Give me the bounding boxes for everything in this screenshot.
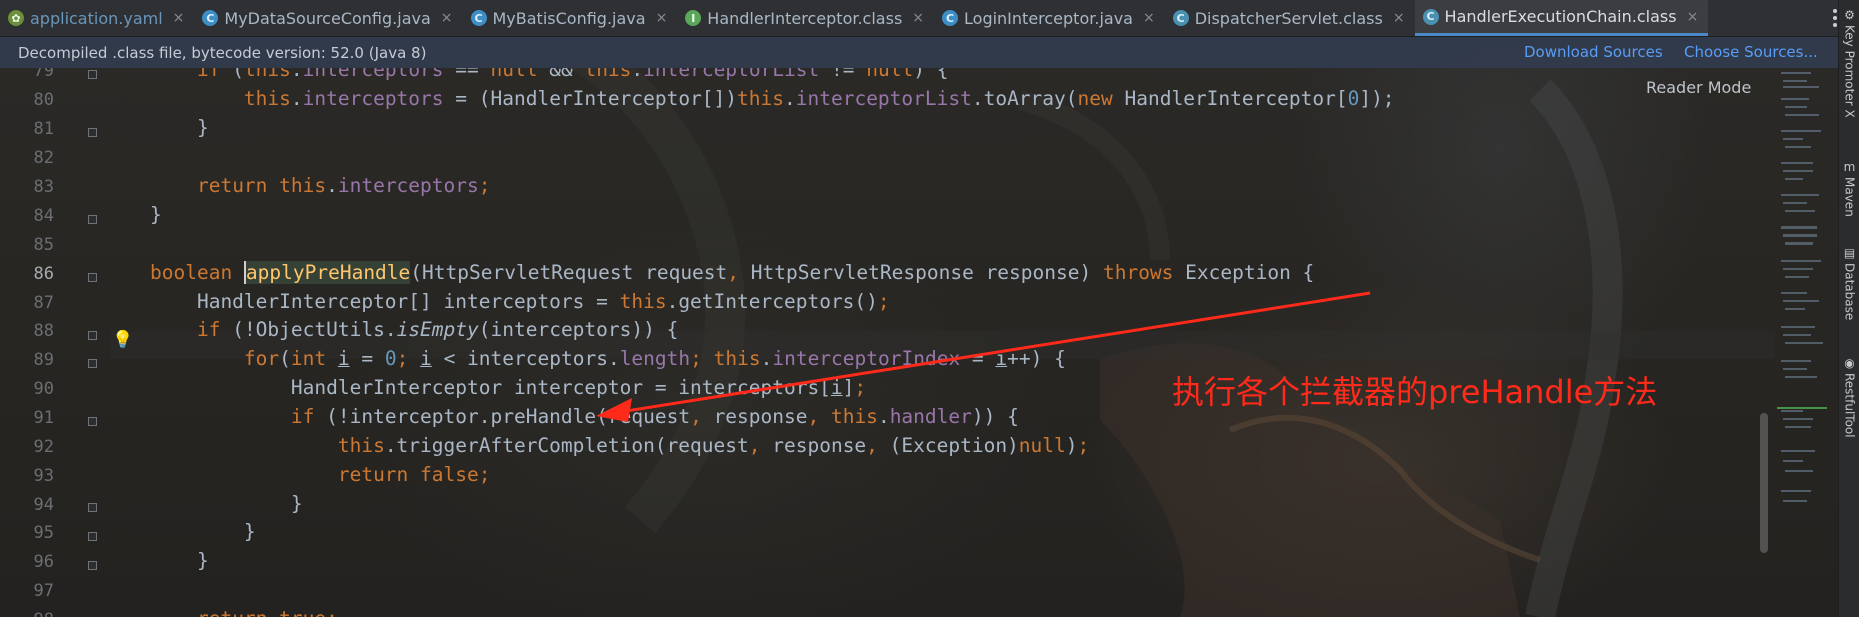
tab-label: MyBatisConfig.java <box>492 8 646 28</box>
tab-mydatasourceconfig[interactable]: C MyDataSourceConfig.java × <box>194 0 462 36</box>
line-number: 79 <box>33 68 54 81</box>
fold-marker-icon[interactable] <box>88 417 97 426</box>
class-file-icon: C <box>1172 10 1189 26</box>
line-number: 90 <box>33 379 54 399</box>
tool-label: Database <box>1842 263 1857 321</box>
close-icon[interactable]: × <box>1393 10 1405 26</box>
close-icon[interactable]: × <box>173 10 185 26</box>
line-number-current: 86 <box>33 264 54 284</box>
fold-marker-icon[interactable] <box>88 128 97 137</box>
tool-key-promoter-x[interactable]: ⚙ Key Promoter X <box>1839 8 1859 118</box>
tool-database[interactable]: ▤ Database <box>1839 246 1859 320</box>
code-line: boolean applyPreHandle(HttpServletReques… <box>150 261 1315 284</box>
code-line: this.interceptors = (HandlerInterceptor[… <box>243 87 1395 110</box>
right-tool-window-strip: ⚙ Key Promoter X m Maven ▤ Database ◉ Re… <box>1838 0 1859 617</box>
line-number: 85 <box>33 235 54 255</box>
line-number: 91 <box>33 408 54 428</box>
gear-icon: ⚙ <box>1844 8 1855 22</box>
close-icon[interactable]: × <box>441 10 453 26</box>
tool-label: RestfulTool <box>1842 373 1857 438</box>
code-line: HandlerInterceptor[] interceptors = this… <box>150 290 890 313</box>
code-line: this.triggerAfterCompletion(request, res… <box>337 434 1090 457</box>
fold-marker-icon[interactable] <box>88 359 97 368</box>
close-icon[interactable]: × <box>656 10 668 26</box>
code-line: } <box>150 549 209 572</box>
banner-text: Decompiled .class file, bytecode version… <box>18 43 427 62</box>
line-number: 93 <box>33 466 54 486</box>
line-number: 98 <box>0 610 54 617</box>
java-class-icon: C <box>942 10 959 26</box>
line-number: 80 <box>33 90 54 110</box>
tab-dispatcherservlet[interactable]: C DispatcherServlet.class × <box>1165 0 1415 36</box>
tool-label: Key Promoter X <box>1842 25 1857 118</box>
code-line: if (!interceptor.preHandle(request, resp… <box>290 405 1019 428</box>
vertical-scrollbar[interactable] <box>1760 413 1768 553</box>
editor-tab-bar: ✿ application.yaml × C MyDataSourceConfi… <box>0 0 1840 37</box>
fold-marker-icon[interactable] <box>88 561 97 570</box>
tab-application-yaml[interactable]: ✿ application.yaml × <box>0 0 194 36</box>
java-class-icon: C <box>202 10 219 26</box>
fold-marker-icon[interactable] <box>88 70 97 79</box>
interface-icon: I <box>685 10 702 26</box>
code-line: return false; <box>337 463 491 486</box>
code-line: } <box>150 492 303 515</box>
close-icon[interactable]: × <box>1687 9 1699 25</box>
tab-handlerexecutionchain[interactable]: C HandlerExecutionChain.class × <box>1414 0 1709 36</box>
tool-label: Maven <box>1842 177 1857 217</box>
line-number: 83 <box>33 177 54 197</box>
tab-label: DispatcherServlet.class <box>1194 8 1383 28</box>
tab-label: HandlerInterceptor.class <box>707 8 903 28</box>
reader-mode-toggle[interactable]: Reader Mode <box>1646 78 1751 97</box>
code-line: if (!ObjectUtils.isEmpty(interceptors)) … <box>196 318 679 341</box>
line-number: 81 <box>33 119 54 139</box>
tab-mybatisconfig[interactable]: C MyBatisConfig.java × <box>463 0 678 36</box>
fold-marker-icon[interactable] <box>88 215 97 224</box>
line-number: 97 <box>33 581 54 601</box>
class-file-icon: C <box>1422 8 1439 25</box>
line-number: 94 <box>33 495 54 515</box>
tab-label: application.yaml <box>30 8 163 28</box>
annotation-text: 执行各个拦截器的preHandle方法 <box>1172 373 1658 411</box>
line-number: 92 <box>33 437 54 457</box>
fold-marker-icon[interactable] <box>88 532 97 541</box>
code-line: } <box>150 520 256 543</box>
decompiled-notice-banner: Decompiled .class file, bytecode version… <box>0 37 1840 68</box>
tab-handlerinterceptor[interactable]: I HandlerInterceptor.class × <box>677 0 934 36</box>
fold-marker-icon[interactable] <box>88 503 97 512</box>
line-number: 87 <box>33 293 54 313</box>
code-line: } <box>150 116 209 139</box>
fold-marker-icon[interactable] <box>88 273 97 282</box>
download-sources-link[interactable]: Download Sources <box>1524 43 1663 61</box>
tool-restfultool[interactable]: ◉ RestfulTool <box>1839 356 1859 438</box>
database-icon: ▤ <box>1843 246 1856 260</box>
code-line: HandlerInterceptor interceptor = interce… <box>150 376 867 399</box>
tab-logininterceptor[interactable]: C LoginInterceptor.java × <box>934 0 1165 36</box>
code-line: if (this.interceptors == null && this.in… <box>196 68 949 81</box>
tab-label: HandlerExecutionChain.class <box>1444 7 1677 26</box>
fold-marker-icon[interactable] <box>88 331 97 340</box>
line-number: 82 <box>33 148 54 168</box>
yaml-file-icon: ✿ <box>8 10 24 26</box>
line-number: 89 <box>33 350 54 370</box>
tool-maven[interactable]: m Maven <box>1839 160 1859 217</box>
code-line: return this.interceptors; <box>196 174 491 197</box>
lightbulb-icon[interactable]: 💡 <box>112 330 133 350</box>
code-line: return true; <box>150 607 338 617</box>
maven-icon: m <box>1843 160 1856 174</box>
line-number: 96 <box>33 552 54 572</box>
line-number: 88 <box>33 321 54 341</box>
java-class-icon: C <box>470 10 487 26</box>
line-number: 84 <box>33 206 54 226</box>
code-editor[interactable]: 79 80 81 82 83 84 85 86 87 88 89 90 91 9… <box>0 68 1775 617</box>
choose-sources-link[interactable]: Choose Sources... <box>1684 43 1818 61</box>
code-minimap[interactable] <box>1777 70 1827 617</box>
code-line: } <box>150 203 162 226</box>
line-number: 95 <box>33 523 54 543</box>
globe-icon: ◉ <box>1844 356 1855 370</box>
close-icon[interactable]: × <box>912 10 924 26</box>
tab-label: MyDataSourceConfig.java <box>224 8 431 28</box>
code-line: for(int i = 0; i < interceptors.length; … <box>243 347 1066 370</box>
close-icon[interactable]: × <box>1143 10 1155 26</box>
tab-label: LoginInterceptor.java <box>964 8 1133 28</box>
